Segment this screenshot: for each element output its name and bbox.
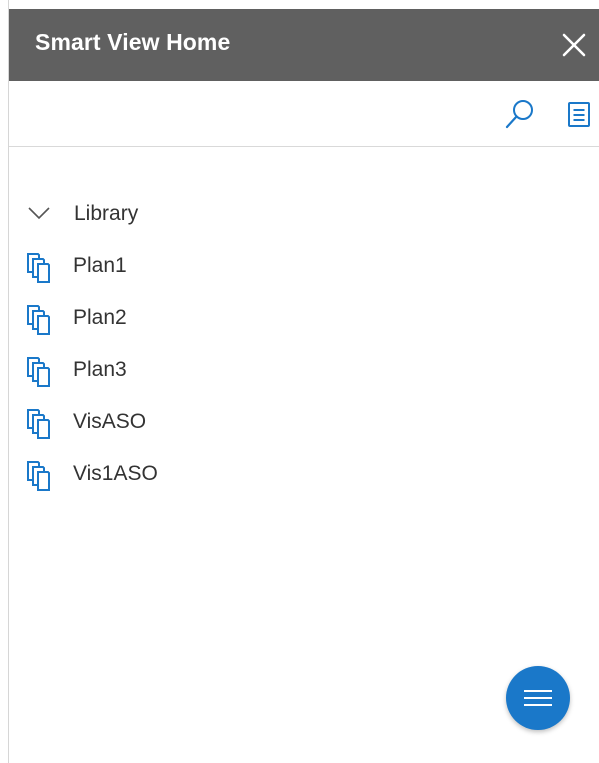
list-item-label: Vis1ASO xyxy=(73,462,158,485)
chevron-down-icon[interactable] xyxy=(27,205,51,221)
list-item[interactable]: Vis1ASO xyxy=(9,449,599,501)
list-item[interactable]: Plan1 xyxy=(9,241,599,293)
documents-icon xyxy=(27,357,50,387)
documents-icon xyxy=(27,305,50,335)
list-item-label: Plan3 xyxy=(73,358,127,381)
smart-view-panel: Smart View Home Library Plan1 Plan2 Plan… xyxy=(0,0,599,763)
list-item-label: VisASO xyxy=(73,410,147,433)
documents-icon xyxy=(27,409,50,439)
panel-title: Smart View Home xyxy=(35,29,231,55)
menu-fab-button[interactable] xyxy=(506,666,570,730)
search-icon xyxy=(505,100,533,129)
list-item[interactable]: VisASO xyxy=(9,397,599,449)
toolbar xyxy=(9,81,599,147)
close-icon xyxy=(562,33,586,57)
menu-icon xyxy=(524,690,552,706)
title-bar: Smart View Home xyxy=(9,9,599,81)
tree-node-library-label: Library xyxy=(74,202,139,225)
documents-icon xyxy=(27,461,50,491)
library-tree: Library Plan1 Plan2 Plan3 VisASO Vis1ASO xyxy=(9,187,599,501)
documents-icon xyxy=(27,253,50,283)
list-item-label: Plan1 xyxy=(73,254,127,277)
list-item-label: Plan2 xyxy=(73,306,127,329)
search-button[interactable] xyxy=(503,97,537,131)
list-icon xyxy=(568,102,590,127)
list-view-button[interactable] xyxy=(563,97,597,131)
tree-node-library[interactable]: Library xyxy=(9,187,599,241)
list-item[interactable]: Plan2 xyxy=(9,293,599,345)
close-button[interactable] xyxy=(559,30,589,60)
list-item[interactable]: Plan3 xyxy=(9,345,599,397)
